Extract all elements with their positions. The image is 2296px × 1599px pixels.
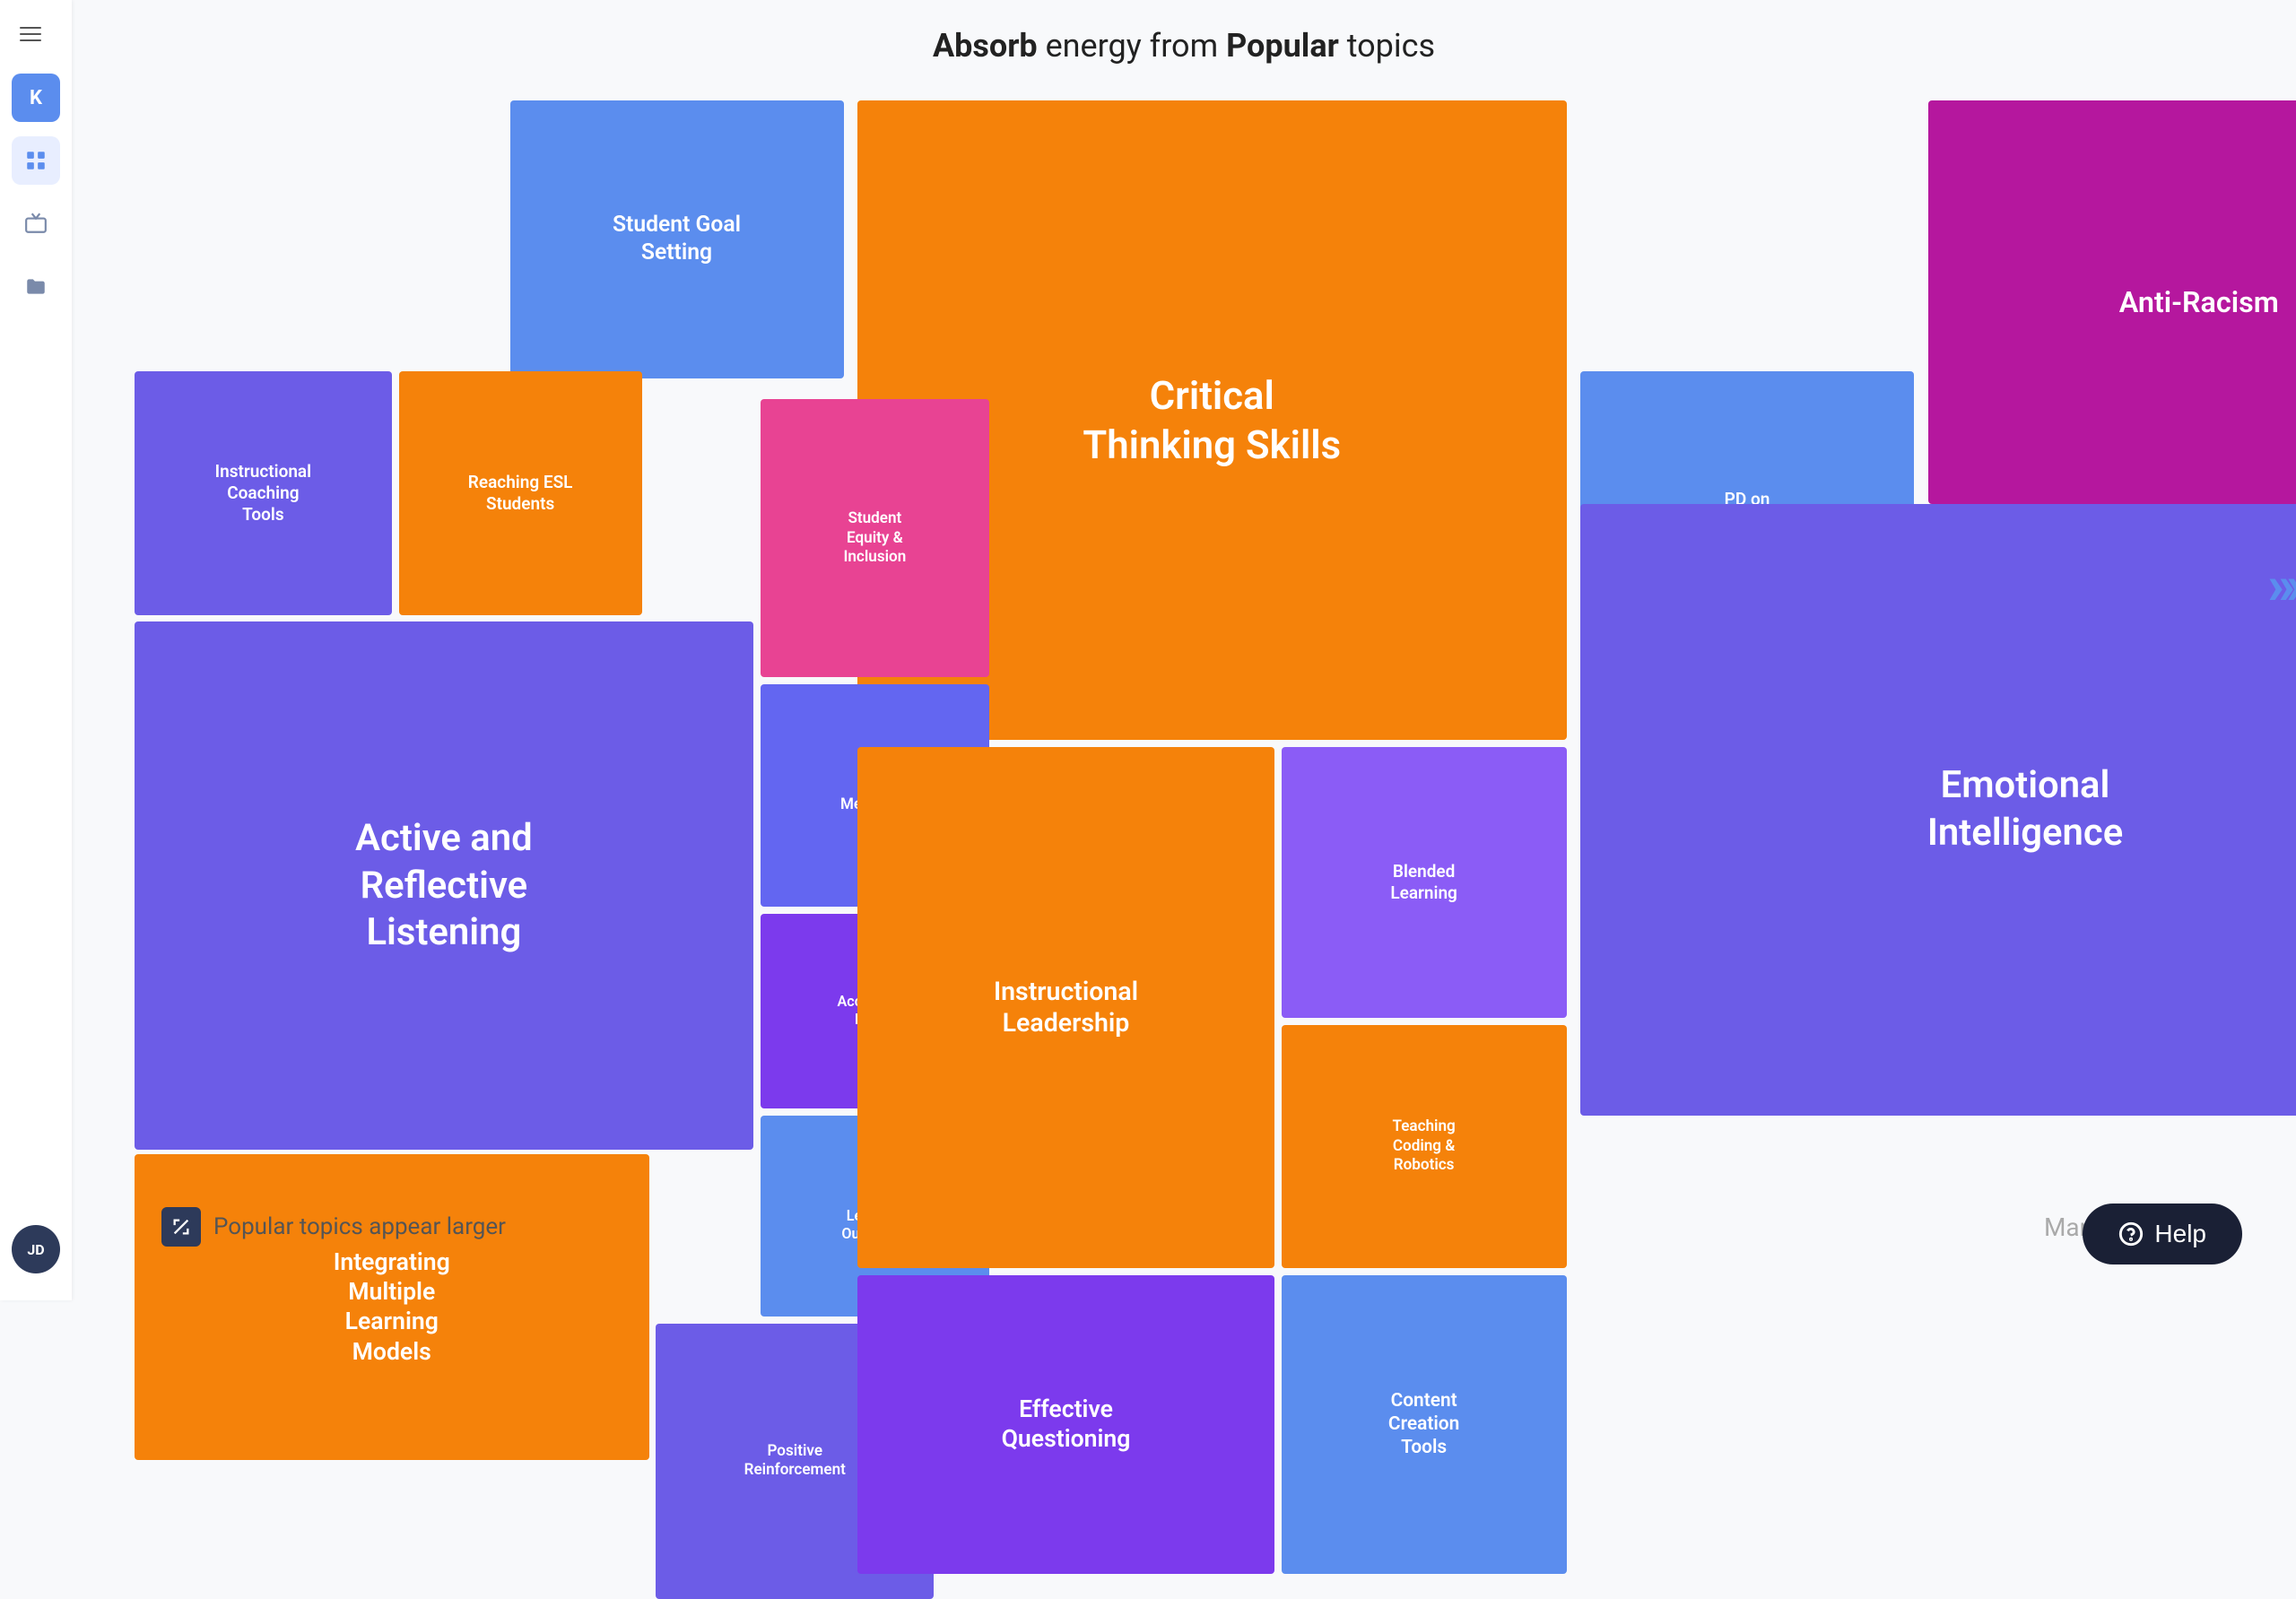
nav-icon-media[interactable] <box>12 199 60 248</box>
treemap-visualization: Critical Thinking SkillsAnti-RacismDigit… <box>135 100 2233 1069</box>
tile-active-reflective[interactable]: Active and Reflective Listening <box>135 621 753 1150</box>
tile-label-critical-thinking: Critical Thinking Skills <box>1083 371 1341 469</box>
sidebar: K JD <box>0 0 72 1300</box>
tile-student-goal[interactable]: Student Goal Setting <box>510 100 844 378</box>
tile-label-anti-racism: Anti-Racism <box>2119 284 2279 320</box>
tile-blended-learning[interactable]: Blended Learning <box>1282 747 1567 1018</box>
tile-student-equity[interactable]: Student Equity & Inclusion <box>761 399 990 677</box>
legend-icon <box>161 1207 201 1247</box>
tile-label-active-reflective: Active and Reflective Listening <box>355 815 532 956</box>
next-arrow[interactable]: »» <box>2267 553 2296 617</box>
footer: Popular topics appear larger Mar 9 - Mar… <box>72 1207 2296 1247</box>
tile-label-emotional-intelligence: Emotional Intelligence <box>1927 762 2123 856</box>
nav-icon-files[interactable] <box>12 262 60 310</box>
tile-label-student-goal: Student Goal Setting <box>613 212 741 267</box>
page-header: Absorb energy from Popular topics <box>126 27 2242 65</box>
tile-label-integrating-models: Integrating Multiple Learning Models <box>334 1247 450 1367</box>
tile-reaching-esl[interactable]: Reaching ESL Students <box>399 371 642 614</box>
header-popular: Popular <box>1226 27 1339 65</box>
tile-label-positive-reinforcement: Positive Reinforcement <box>744 1442 846 1481</box>
tile-effective-questioning[interactable]: Effective Questioning <box>857 1275 1274 1574</box>
tile-content-creation[interactable]: Content Creation Tools <box>1282 1275 1567 1574</box>
tile-label-instructional-leadership: Instructional Leadership <box>994 976 1138 1039</box>
tile-label-reaching-esl: Reaching ESL Students <box>468 472 573 515</box>
tile-label-content-creation: Content Creation Tools <box>1388 1389 1459 1459</box>
main-content: Absorb energy from Popular topics Critic… <box>72 0 2296 1096</box>
tile-label-effective-questioning: Effective Questioning <box>1002 1395 1131 1454</box>
help-button[interactable]: Help <box>2083 1204 2242 1264</box>
tile-anti-racism[interactable]: Anti-Racism <box>1928 100 2296 504</box>
user-avatar[interactable]: JD <box>12 1225 60 1273</box>
hamburger-menu[interactable] <box>20 18 52 50</box>
tile-label-blended-learning: Blended Learning <box>1390 861 1457 904</box>
tile-instructional-leadership[interactable]: Instructional Leadership <box>857 747 1274 1268</box>
header-middle: energy from <box>1038 27 1226 65</box>
tile-integrating-models[interactable]: Integrating Multiple Learning Models <box>135 1154 649 1460</box>
header-absorb: Absorb <box>933 27 1038 65</box>
tile-label-teaching-coding: Teaching Coding & Robotics <box>1392 1117 1455 1175</box>
header-suffix: topics <box>1339 27 1435 65</box>
tile-label-instructional-coaching: Instructional Coaching Tools <box>215 461 311 525</box>
help-label: Help <box>2154 1220 2206 1248</box>
tile-label-student-equity: Student Equity & Inclusion <box>843 509 906 567</box>
tile-emotional-intelligence[interactable]: Emotional Intelligence <box>1580 504 2296 1116</box>
legend: Popular topics appear larger <box>161 1207 506 1247</box>
nav-icon-dashboard[interactable] <box>12 136 60 185</box>
legend-text: Popular topics appear larger <box>213 1213 506 1240</box>
tile-instructional-coaching[interactable]: Instructional Coaching Tools <box>135 371 392 614</box>
workspace-avatar[interactable]: K <box>12 74 60 122</box>
